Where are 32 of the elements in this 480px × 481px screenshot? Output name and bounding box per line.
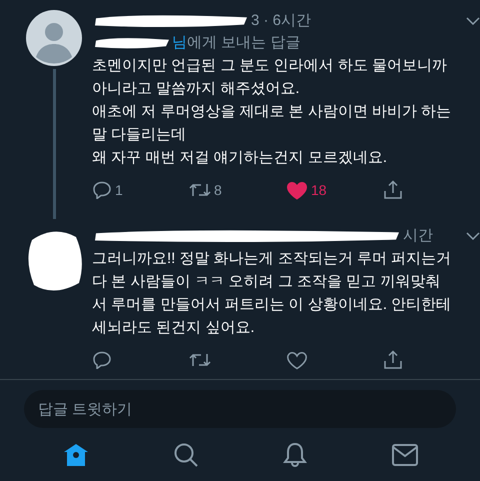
- avatar-icon[interactable]: [26, 10, 82, 66]
- share-icon[interactable]: [383, 350, 403, 370]
- heart-icon[interactable]: [286, 180, 308, 200]
- tweet-text-line: 그러니까요!! 정말 화나는게 조작되는거 루머 퍼지는거: [92, 249, 452, 269]
- action-count: 1: [115, 180, 123, 200]
- tweet-text-line: 애초에 저 루머영상을 제대로 본 사람이면 바비가 하는: [92, 102, 452, 122]
- mention-link[interactable]: 님: [172, 32, 187, 54]
- action-count: 8: [214, 180, 222, 200]
- reply-icon[interactable]: [92, 351, 112, 369]
- tweet-text-line: 초멘이지만 언급된 그 분도 인라에서 하도 물어보니까: [92, 56, 448, 76]
- reply-field[interactable]: 답글 트윗하기: [24, 390, 456, 428]
- heart-icon[interactable]: [286, 350, 308, 370]
- tweet-time: 시간: [403, 226, 433, 246]
- reply-icon[interactable]: [92, 181, 112, 199]
- tweet-text-line: 다 본 사람들이 ㅋㅋ 오히려 그 조작을 믿고 끼워맞춰: [92, 272, 442, 292]
- chevron-down-icon[interactable]: [466, 232, 480, 240]
- tweet-time: 3 · 6시간: [251, 10, 312, 31]
- home-icon[interactable]: [62, 442, 88, 466]
- action-count: 18: [311, 180, 327, 200]
- tweet-text-line: 세뇌라도 된건지 싶어요.: [92, 318, 256, 338]
- reply-to-label: 에게 보내는 답글: [187, 32, 300, 53]
- retweet-icon[interactable]: [189, 352, 211, 368]
- retweet-icon[interactable]: [189, 182, 211, 198]
- mail-icon[interactable]: [392, 444, 418, 466]
- tweet-text-line: 서 루머를 만들어서 퍼트리는 이 상황이네요. 안티한테: [92, 295, 452, 315]
- search-icon[interactable]: [174, 442, 198, 466]
- tweet-text-line: 왜 자꾸 매번 저걸 얘기하는건지 모르겠네요.: [92, 148, 388, 168]
- chevron-down-icon[interactable]: [466, 17, 480, 25]
- tweet-text-line: 아니라고 말씀까지 해주셨어요.: [92, 79, 301, 99]
- bell-icon[interactable]: [282, 442, 306, 468]
- tweet-text-line: 말 다들리는데: [92, 125, 188, 145]
- share-icon[interactable]: [383, 180, 403, 200]
